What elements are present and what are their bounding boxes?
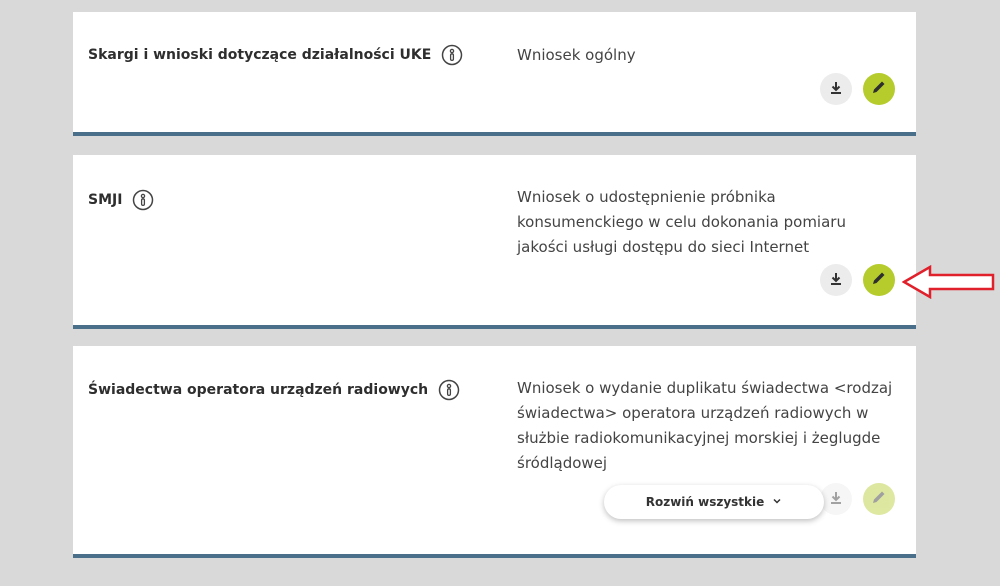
download-button[interactable] [820, 264, 852, 296]
info-icon[interactable] [441, 44, 463, 66]
edit-button[interactable] [863, 73, 895, 105]
pencil-icon [871, 79, 887, 99]
card-title-row: Świadectwa operatora urządzeń radiowych [88, 379, 460, 401]
red-arrow-icon [901, 264, 996, 303]
chevron-down-icon [772, 495, 782, 509]
edit-button[interactable] [863, 264, 895, 296]
expand-all-label: Rozwiń wszystkie [645, 495, 765, 509]
form-card: Skargi i wnioski dotyczące działalności … [73, 12, 916, 136]
download-icon [829, 490, 843, 509]
form-card: Świadectwa operatora urządzeń radiowych … [73, 346, 916, 558]
info-icon[interactable] [132, 189, 154, 211]
card-description: Wniosek o wydanie duplikatu świadectwa <… [517, 379, 893, 472]
form-card: SMJI Wniosek o udostępnienie próbnika ko… [73, 155, 916, 329]
card-title-row: SMJI [88, 189, 154, 211]
card-title: Skargi i wnioski dotyczące działalności … [88, 47, 432, 63]
pencil-icon [871, 489, 887, 509]
info-icon[interactable] [438, 379, 460, 401]
pencil-icon [871, 270, 887, 290]
download-icon [829, 80, 843, 99]
card-title: SMJI [88, 192, 123, 208]
download-button[interactable] [820, 73, 852, 105]
expand-all-button[interactable]: Rozwiń wszystkie [604, 485, 824, 519]
download-icon [829, 271, 843, 290]
edit-button[interactable] [863, 483, 895, 515]
card-title-row: Skargi i wnioski dotyczące działalności … [88, 44, 463, 66]
download-button[interactable] [820, 483, 852, 515]
card-description: Wniosek ogólny [517, 46, 636, 64]
card-description: Wniosek o udostępnienie próbnika konsume… [517, 188, 846, 256]
card-title: Świadectwa operatora urządzeń radiowych [88, 382, 429, 398]
